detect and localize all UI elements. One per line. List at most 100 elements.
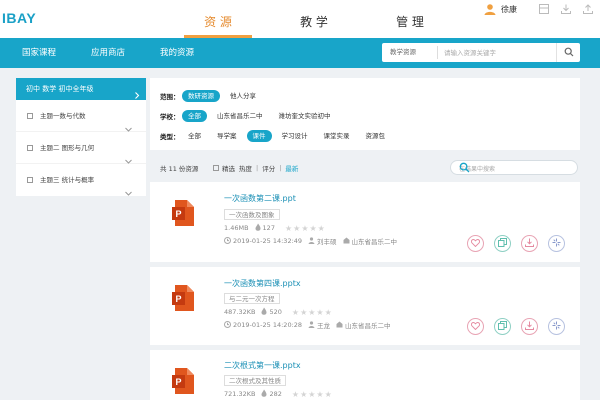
sidebar-item-geometry[interactable]: 主题二 图形与几何 xyxy=(16,132,146,164)
resource-info: 2019-01-25 14:32:49 刘丰硕 山东省昌乐二中 xyxy=(224,236,397,246)
topic-checkbox[interactable] xyxy=(27,145,33,151)
scope-option[interactable]: 他人分享 xyxy=(224,90,262,102)
school-icon xyxy=(343,237,350,246)
resource-title[interactable]: 一次函数第四课.pptx xyxy=(224,278,301,289)
resource-title[interactable]: 一次函数第二课.ppt xyxy=(224,193,296,204)
star-icon: ★ xyxy=(291,307,300,317)
download-icon[interactable] xyxy=(560,3,572,15)
user-name: 徐康 xyxy=(501,4,517,14)
sort-hot[interactable]: 热度 xyxy=(239,163,252,173)
sidebar-header-label: 初中 数学 初中全年级 xyxy=(26,85,94,93)
featured-checkbox[interactable] xyxy=(213,165,219,171)
svg-text:P: P xyxy=(175,294,181,304)
sidebar-header[interactable]: 初中 数学 初中全年级 xyxy=(16,78,146,100)
school-option[interactable]: 全部 xyxy=(182,110,207,122)
resource-actions xyxy=(467,318,575,335)
user-icon xyxy=(308,320,315,330)
user-icon xyxy=(308,236,315,246)
sort-latest[interactable]: 最新 xyxy=(285,163,298,173)
school-name: 山东省昌乐二中 xyxy=(345,322,391,330)
app-logo[interactable]: IBAY xyxy=(2,10,36,26)
rating-stars[interactable]: ★ ★ ★ ★ ★ xyxy=(292,308,333,317)
type-filter: 类型： 全部 导学案 课件 学习设计 课堂实录 资源包 xyxy=(160,129,395,143)
resource-size: 487.32KB xyxy=(224,308,256,316)
favorite-button[interactable] xyxy=(467,318,484,335)
type-option[interactable]: 全部 xyxy=(182,130,207,142)
sort-featured[interactable]: 精选 xyxy=(222,163,235,173)
tab-teaching[interactable]: 教 学 xyxy=(266,0,362,38)
sidebar-item-statistics[interactable]: 主题三 统计与概率 xyxy=(16,164,146,196)
school-filter: 学校： 全部 山东省昌乐二中 潍坊奎文实验初中 xyxy=(160,109,341,123)
heart-icon xyxy=(470,238,481,249)
star-icon: ★ xyxy=(291,389,300,399)
search-button[interactable] xyxy=(556,43,580,62)
topic-checkbox[interactable] xyxy=(27,177,33,183)
nav-app-store[interactable]: 应用商店 xyxy=(91,38,125,68)
search-icon[interactable] xyxy=(459,162,573,175)
download-button[interactable] xyxy=(521,318,538,335)
download-count: 520 xyxy=(269,308,282,316)
nav-national-course[interactable]: 国家课程 xyxy=(22,38,56,68)
sort-rating[interactable]: 评分 xyxy=(262,163,275,173)
resource-stats: 721.32KB 282 ★ ★ ★ ★ ★ xyxy=(224,389,333,399)
result-search[interactable]: 在结果中搜索 xyxy=(450,160,578,175)
svg-text:P: P xyxy=(175,377,181,387)
share-button[interactable] xyxy=(548,235,565,252)
user-menu[interactable]: 徐康 xyxy=(484,2,517,16)
share-button[interactable] xyxy=(548,318,565,335)
star-icon: ★ xyxy=(324,307,332,317)
resource-tag: 一次函数及图象 xyxy=(224,209,280,220)
type-option[interactable]: 课件 xyxy=(246,130,272,142)
star-icon: ★ xyxy=(309,223,317,233)
author-name: 刘丰硕 xyxy=(317,238,337,246)
sidebar-item-label: 主题三 统计与概率 xyxy=(40,176,95,184)
search-type-select[interactable]: 教学资源 xyxy=(386,46,438,59)
tab-resources[interactable]: 资 源 xyxy=(170,0,266,38)
nav-my-resources[interactable]: 我的资源 xyxy=(160,38,194,68)
resource-search: 教学资源 xyxy=(382,43,580,62)
share-icon xyxy=(552,321,561,332)
rating-stars[interactable]: ★ ★ ★ ★ ★ xyxy=(292,390,333,399)
resource-tag: 二次根式及其性质 xyxy=(224,375,286,386)
resource-title[interactable]: 二次根式第一课.pptx xyxy=(224,360,301,371)
star-icon: ★ xyxy=(300,389,308,399)
download-button[interactable] xyxy=(521,235,538,252)
school-icon xyxy=(336,321,343,330)
main-tabs: 资 源 教 学 管 理 xyxy=(170,0,458,38)
type-option[interactable]: 课堂实录 xyxy=(318,130,356,142)
result-count: 共 11 份资源 xyxy=(160,165,199,173)
star-icon: ★ xyxy=(300,307,308,317)
star-icon: ★ xyxy=(316,307,324,317)
resource-info: 2019-01-25 14:20:28 王龙 山东省昌乐二中 xyxy=(224,320,391,330)
fire-icon xyxy=(261,389,267,399)
type-option[interactable]: 导学案 xyxy=(211,130,243,142)
school-name: 山东省昌乐二中 xyxy=(351,238,398,246)
resource-card: P 一次函数第二课.ppt 一次函数及图象 1.46MB 127 ★ ★ ★ ★… xyxy=(150,182,580,262)
resource-actions xyxy=(467,235,575,252)
copy-button[interactable] xyxy=(494,318,511,335)
scope-option[interactable]: 数研资源 xyxy=(182,90,220,102)
star-icon: ★ xyxy=(284,223,293,233)
tab-management[interactable]: 管 理 xyxy=(362,0,458,38)
sidebar-item-number-algebra[interactable]: 主题一数与代数 xyxy=(16,100,146,132)
result-toolbar: 共 11 份资源 精选 热度 | 评分 | 最新 在结果中搜索 xyxy=(150,157,580,179)
rating-stars[interactable]: ★ ★ ★ ★ ★ xyxy=(285,224,326,233)
ppt-file-icon: P xyxy=(172,200,194,226)
resource-size: 1.46MB xyxy=(224,224,249,232)
search-icon xyxy=(564,47,574,59)
search-input[interactable] xyxy=(444,46,554,59)
star-icon: ★ xyxy=(308,307,316,317)
favorite-button[interactable] xyxy=(467,235,484,252)
type-option[interactable]: 资源包 xyxy=(360,130,392,142)
topic-checkbox[interactable] xyxy=(27,113,33,119)
school-option[interactable]: 潍坊奎文实验初中 xyxy=(273,110,337,122)
type-option[interactable]: 学习设计 xyxy=(276,130,314,142)
copy-icon xyxy=(498,238,507,249)
school-option[interactable]: 山东省昌乐二中 xyxy=(211,110,269,122)
clock-icon xyxy=(224,236,231,246)
window-icon[interactable] xyxy=(538,3,550,15)
resource-card: P 二次根式第一课.pptx 二次根式及其性质 721.32KB 282 ★ ★… xyxy=(150,350,580,400)
star-icon: ★ xyxy=(293,223,301,233)
upload-icon[interactable] xyxy=(582,3,594,15)
copy-button[interactable] xyxy=(494,235,511,252)
